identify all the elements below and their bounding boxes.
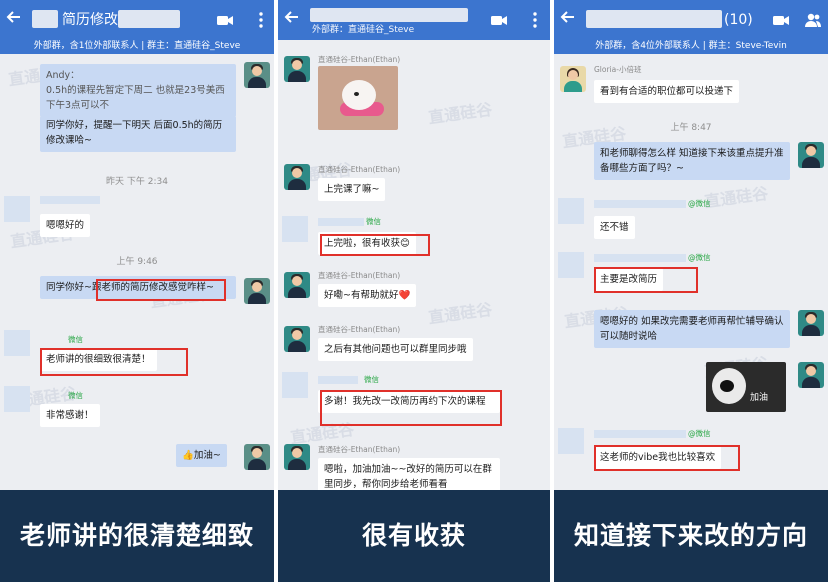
message-bubble: 还不错 [594,216,635,239]
watermark: 直通硅谷 [703,183,770,212]
timestamp: 上午 9:46 [116,257,158,267]
message-bubble: 看到有合适的职位都可以投递下 [594,80,740,103]
avatar[interactable] [798,310,824,336]
wechat-tag: 微信 [68,335,83,344]
wechat-tag: 微信 [364,375,379,384]
avatar-masked [558,198,584,224]
back-arrow-icon[interactable] [284,9,302,29]
avatar-masked [4,330,30,356]
chat-title: 简历修改 [62,12,118,28]
masked-name [318,376,358,384]
avatar[interactable] [560,66,586,92]
chat-panel-1: 简历修改 外部群，含1位外部联系人 | 群主：直通硅谷_Steve 直通硅谷 直… [0,0,274,582]
message-bubble: 同学你好，提醒一下明天 后面0.5h的简历修改课哈~ [40,116,236,152]
avatar[interactable] [244,444,270,470]
avatar[interactable] [798,362,824,388]
avatar-masked [4,386,30,412]
masked-name [594,430,686,438]
avatar[interactable] [798,142,824,168]
message-bubble: 老师讲的很细致很清楚！ [40,348,157,371]
dog-photo[interactable] [318,66,398,130]
more-icon[interactable] [526,11,544,29]
back-arrow-icon[interactable] [6,9,24,29]
chat-panel-2: 外部群：直通硅谷_Steve 直通硅谷 直通硅谷 直通硅谷 直通硅谷 直通硅谷-… [278,0,550,582]
avatar-masked [4,196,30,222]
avatar[interactable] [284,326,310,352]
message-list: 直通硅谷 直通硅谷 直通硅谷 直通硅谷 直通硅谷-Ethan(Ethan) 直通… [278,40,550,496]
avatar[interactable] [284,56,310,82]
avatar-masked [282,372,308,398]
masked-name [586,10,722,28]
message-bubble: 之后有其他问题也可以群里同步哦 [318,338,473,361]
video-call-icon[interactable] [216,11,234,29]
chat-subtitle: 外部群，含4位外部联系人 | 群主：Steve-Tevin [554,40,828,54]
video-call-icon[interactable] [490,11,508,29]
message-bubble: 这老师的vibe我也比较喜欢 [594,446,722,469]
sender-name: 直通硅谷-Ethan(Ethan) [318,55,401,64]
avatar-masked [282,216,308,242]
back-arrow-icon[interactable] [560,9,578,29]
chat-header: (10) [554,0,828,40]
chat-subtitle: 外部群：直通硅谷_Steve [312,25,415,35]
masked-name [40,196,100,204]
avatar[interactable] [244,278,270,304]
chat-subtitle: 外部群，含1位外部联系人 | 群主：直通硅谷_Steve [0,40,274,54]
sender-name: Gloria-小倍班 [594,65,642,74]
masked-name [594,254,686,262]
avatar-masked [558,252,584,278]
avatar[interactable] [284,444,310,470]
message-bubble: 和老师聊得怎么样 知道接下来该重点提升准备哪些方面了吗？~ [594,142,790,180]
message-bubble: 👍加油~ [176,444,227,467]
message-bubble: 嗯嗯好的 如果改完需要老师再帮忙辅导确认可以随时说哈 [594,310,790,348]
avatar-masked [558,428,584,454]
wechat-tag: 微信 [68,391,83,400]
sender-name: 直通硅谷-Ethan(Ethan) [318,325,401,334]
video-call-icon[interactable] [772,11,790,29]
avatar[interactable] [244,62,270,88]
timestamp: 昨天 下午 2:34 [106,177,168,187]
message-bubble: 上完啦，很有收获😊 [318,232,416,255]
watermark: 直通硅谷 [427,299,494,328]
wechat-tag: @微信 [688,253,711,262]
chat-header: 简历修改 [0,0,274,40]
sender-name: 直通硅谷-Ethan(Ethan) [318,165,401,174]
masked-name [310,8,468,22]
chat-header: 外部群：直通硅谷_Steve [278,0,550,40]
avatar[interactable] [284,272,310,298]
message-list: 直通硅谷 直通硅谷 直通硅谷 直通硅谷 Gloria-小倍班 看到有合适的职位都… [554,54,828,490]
wechat-tag: @微信 [688,199,711,208]
masked-name [118,10,180,28]
caption: 知道接下来改的方向 [554,490,828,582]
caption: 老师讲的很清楚细致 [0,490,274,582]
message-bubble: 上完课了嘛~ [318,178,386,201]
message-bubble: 非常感谢！ [40,404,100,427]
sender-name: 直通硅谷-Ethan(Ethan) [318,445,401,454]
sticker-image[interactable]: 加油 [706,362,786,412]
watermark: 直通硅谷 [427,99,494,128]
sender-name: 直通硅谷-Ethan(Ethan) [318,271,401,280]
message-bubble: 好嘞~有帮助就好❤️ [318,284,417,307]
message-bubble: 主要是改简历 [594,268,664,291]
masked-name [32,10,58,28]
quoted-message: Andy： 0.5h的课程先暂定下周二 也就是23号美西下午3点可以不 [40,64,236,117]
message-bubble: 多谢！我先改一改简历再约下次的课程 [318,390,500,413]
masked-name [318,218,364,226]
masked-name [594,200,686,208]
message-list: 直通硅谷 直通硅谷 直通硅谷 直通硅谷 直通硅谷 Andy： 0.5h的课程先暂… [0,54,274,490]
avatar[interactable] [284,164,310,190]
more-icon[interactable] [252,11,270,29]
chat-title: (10) [724,12,753,28]
chat-panel-3: (10) 外部群，含4位外部联系人 | 群主：Steve-Tevin 直通硅谷 … [554,0,828,582]
timestamp: 上午 8:47 [670,123,712,133]
wechat-tag: 微信 [366,217,381,226]
wechat-tag: @微信 [688,429,711,438]
sticker-text: 加油 [750,393,769,403]
message-bubble: 嗯嗯好的 [40,214,91,237]
user-icon[interactable] [804,11,822,29]
message-bubble: 同学你好~跟老师的简历修改感觉咋样~ [40,276,236,299]
caption: 很有收获 [278,490,550,582]
